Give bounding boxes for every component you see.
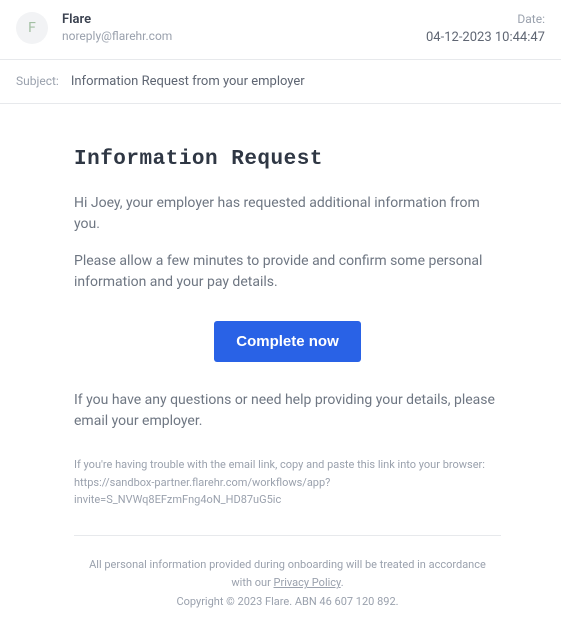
trouble-intro: If you're having trouble with the email … [74, 456, 495, 474]
date-value: 04-12-2023 10:44:47 [426, 30, 545, 45]
email-title: Information Request [74, 148, 501, 171]
sender-name: Flare [62, 12, 426, 27]
complete-now-button[interactable]: Complete now [214, 321, 361, 362]
cta-wrapper: Complete now [74, 321, 501, 362]
email-header: F Flare noreply@flarehr.com Date: 04-12-… [0, 0, 561, 60]
divider [74, 535, 501, 536]
privacy-policy-link[interactable]: Privacy Policy [274, 576, 341, 589]
trouble-block: If you're having trouble with the email … [74, 456, 501, 509]
disclaimer-line: All personal information provided during… [82, 556, 493, 593]
sender-avatar: F [16, 12, 48, 44]
sender-block: Flare noreply@flarehr.com [62, 12, 426, 43]
trouble-url: https://sandbox-partner.flarehr.com/work… [74, 474, 495, 509]
avatar-initial: F [28, 20, 36, 36]
date-label: Date: [426, 12, 545, 26]
help-text: If you have any questions or need help p… [74, 390, 501, 432]
subject-label: Subject: [16, 74, 59, 88]
sender-email: noreply@flarehr.com [62, 29, 426, 43]
copyright-text: Copyright © 2023 Flare. ABN 46 607 120 8… [82, 593, 493, 612]
instruction-text: Please allow a few minutes to provide an… [74, 251, 501, 293]
subject-row: Subject: Information Request from your e… [0, 60, 561, 104]
date-block: Date: 04-12-2023 10:44:47 [426, 12, 545, 45]
subject-text: Information Request from your employer [71, 74, 305, 89]
disclaimer-post: . [341, 576, 344, 589]
greeting-text: Hi Joey, your employer has requested add… [74, 193, 501, 235]
email-body: Information Request Hi Joey, your employ… [0, 104, 561, 636]
